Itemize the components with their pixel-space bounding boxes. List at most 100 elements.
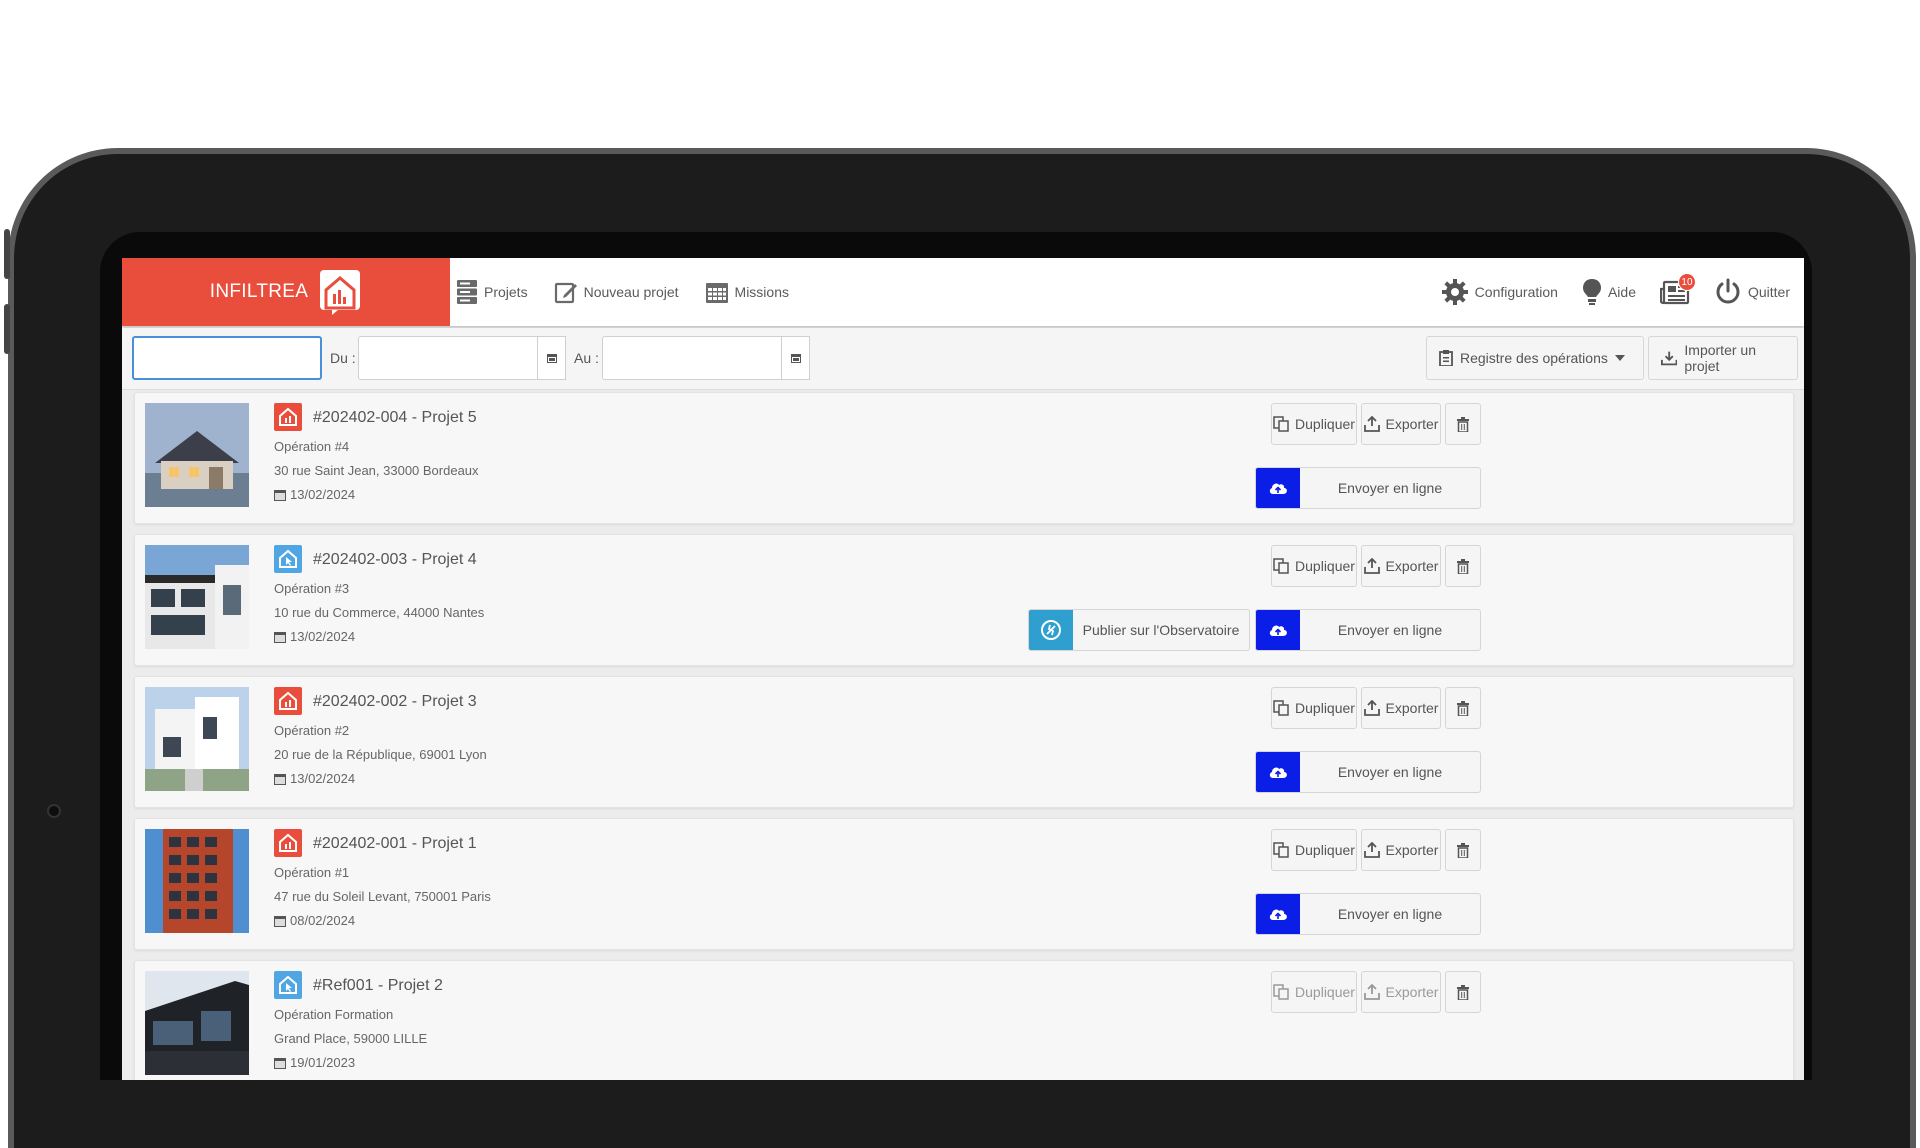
import-icon: [1661, 351, 1678, 366]
brand-logo-icon: [320, 270, 361, 315]
date-from-picker[interactable]: [538, 336, 566, 380]
delete-button[interactable]: [1445, 829, 1481, 871]
project-operation: Opération #2: [274, 723, 350, 738]
project-title[interactable]: #202402-002 - Projet 3: [313, 693, 477, 711]
project-card[interactable]: #202402-002 - Projet 3 Opération #2 20 r…: [134, 676, 1794, 808]
nav-configuration-label: Configuration: [1474, 284, 1558, 300]
delete-button[interactable]: [1445, 971, 1481, 1013]
project-type-badge: [274, 829, 302, 857]
calendar-icon: [274, 489, 286, 501]
du-label: Du :: [330, 350, 356, 366]
project-address: Grand Place, 59000 LILLE: [274, 1031, 428, 1046]
calendar-icon: [790, 354, 801, 363]
duplicate-label: Dupliquer: [1295, 416, 1355, 432]
nav-notifications[interactable]: 10: [1659, 273, 1696, 305]
project-card[interactable]: #202402-003 - Projet 4 Opération #3 10 r…: [134, 534, 1794, 666]
duplicate-button[interactable]: Dupliquer: [1271, 687, 1357, 729]
import-label: Importer un projet: [1684, 342, 1756, 374]
app-screen: INFILTREA Projets Nouveau projet Mission…: [122, 258, 1804, 1080]
lightbulb-icon: [1582, 279, 1601, 305]
export-icon: [1363, 984, 1380, 1000]
project-title[interactable]: #202402-004 - Projet 5: [313, 409, 477, 427]
project-card[interactable]: #Ref001 - Projet 2 Opération Formation G…: [134, 960, 1794, 1080]
cloud-upload-icon: [1256, 610, 1300, 650]
copy-icon: [1273, 984, 1289, 1000]
nav-aide-label: Aide: [1607, 284, 1636, 300]
send-online-button[interactable]: Envoyer en ligne: [1255, 609, 1481, 651]
brand[interactable]: INFILTREA: [122, 258, 450, 326]
duplicate-label: Dupliquer: [1295, 842, 1355, 858]
camera: [47, 804, 61, 818]
au-label: Au :: [574, 350, 599, 366]
export-button[interactable]: Exporter: [1361, 403, 1441, 445]
nav-quitter[interactable]: Quitter: [1714, 278, 1790, 306]
project-date-value: 19/01/2023: [290, 1055, 356, 1070]
project-address: 47 rue du Soleil Levant, 750001 Paris: [274, 889, 491, 904]
send-online-button[interactable]: Envoyer en ligne: [1255, 893, 1481, 935]
project-operation: Opération #4: [274, 439, 350, 454]
calendar-icon: [274, 631, 286, 643]
project-date: 13/02/2024: [274, 771, 355, 786]
house-chart-icon: [279, 691, 297, 710]
trash-icon: [1457, 558, 1469, 574]
send-online-button[interactable]: Envoyer en ligne: [1255, 467, 1481, 509]
publish-observatory-button[interactable]: Publier sur l'Observatoire: [1028, 609, 1250, 651]
delete-button[interactable]: [1445, 687, 1481, 729]
send-online-button[interactable]: Envoyer en ligne: [1255, 751, 1481, 793]
trash-icon: [1457, 416, 1469, 432]
duplicate-button[interactable]: Dupliquer: [1271, 545, 1357, 587]
project-address: 30 rue Saint Jean, 33000 Bordeaux: [274, 463, 479, 478]
duplicate-button[interactable]: Dupliquer: [1271, 829, 1357, 871]
observatory-icon: [1029, 610, 1073, 650]
server-stack-icon: [457, 280, 477, 304]
project-title[interactable]: #202402-003 - Projet 4: [313, 551, 477, 569]
date-to-input[interactable]: [602, 336, 782, 380]
calendar-icon: [274, 1057, 286, 1069]
cloud-upload-icon: [1256, 468, 1300, 508]
export-button[interactable]: Exporter: [1361, 687, 1441, 729]
export-button[interactable]: Exporter: [1361, 829, 1441, 871]
trash-icon: [1457, 700, 1469, 716]
search-input[interactable]: [132, 336, 322, 380]
nav-configuration[interactable]: Configuration: [1441, 278, 1558, 306]
edit-icon: [554, 282, 577, 304]
nav-projets-label: Projets: [484, 284, 528, 300]
main-nav: Projets Nouveau projet Missions: [456, 258, 789, 326]
import-project-button[interactable]: Importer un projet: [1648, 336, 1798, 380]
trash-icon: [1457, 984, 1469, 1000]
date-from-input[interactable]: [358, 336, 538, 380]
duplicate-button[interactable]: Dupliquer: [1271, 971, 1357, 1013]
project-operation: Opération Formation: [274, 1007, 394, 1022]
house-chart-icon: [279, 833, 297, 852]
notification-badge: 10: [1677, 273, 1696, 291]
duplicate-button[interactable]: Dupliquer: [1271, 403, 1357, 445]
project-card[interactable]: #202402-004 - Projet 5 Opération #4 30 r…: [134, 392, 1794, 524]
power-icon: [1716, 278, 1740, 304]
nav-aide[interactable]: Aide: [1582, 278, 1636, 306]
project-title[interactable]: #Ref001 - Projet 2: [313, 977, 443, 995]
registre-dropdown[interactable]: Registre des opérations: [1426, 336, 1644, 380]
project-date-value: 13/02/2024: [290, 629, 356, 644]
delete-button[interactable]: [1445, 403, 1481, 445]
export-icon: [1363, 700, 1380, 716]
send-online-label: Envoyer en ligne: [1337, 622, 1443, 638]
export-button[interactable]: Exporter: [1361, 971, 1441, 1013]
delete-button[interactable]: [1445, 545, 1481, 587]
date-to-picker[interactable]: [782, 336, 810, 380]
nav-projets[interactable]: Projets: [456, 279, 528, 305]
project-operation: Opération #1: [274, 865, 350, 880]
project-type-badge: [274, 687, 302, 715]
calendar-icon: [274, 773, 286, 785]
top-navbar: INFILTREA Projets Nouveau projet Mission…: [122, 258, 1804, 326]
copy-icon: [1273, 558, 1289, 574]
project-card[interactable]: #202402-001 - Projet 1 Opération #1 47 r…: [134, 818, 1794, 950]
house-chart-icon: [279, 407, 297, 426]
gear-icon: [1441, 279, 1468, 305]
trash-icon: [1457, 842, 1469, 858]
export-button[interactable]: Exporter: [1361, 545, 1441, 587]
nav-missions[interactable]: Missions: [705, 280, 789, 304]
project-thumbnail: [145, 829, 249, 933]
project-type-badge: [274, 971, 302, 999]
nav-nouveau-projet[interactable]: Nouveau projet: [554, 280, 679, 304]
project-title[interactable]: #202402-001 - Projet 1: [313, 835, 477, 853]
